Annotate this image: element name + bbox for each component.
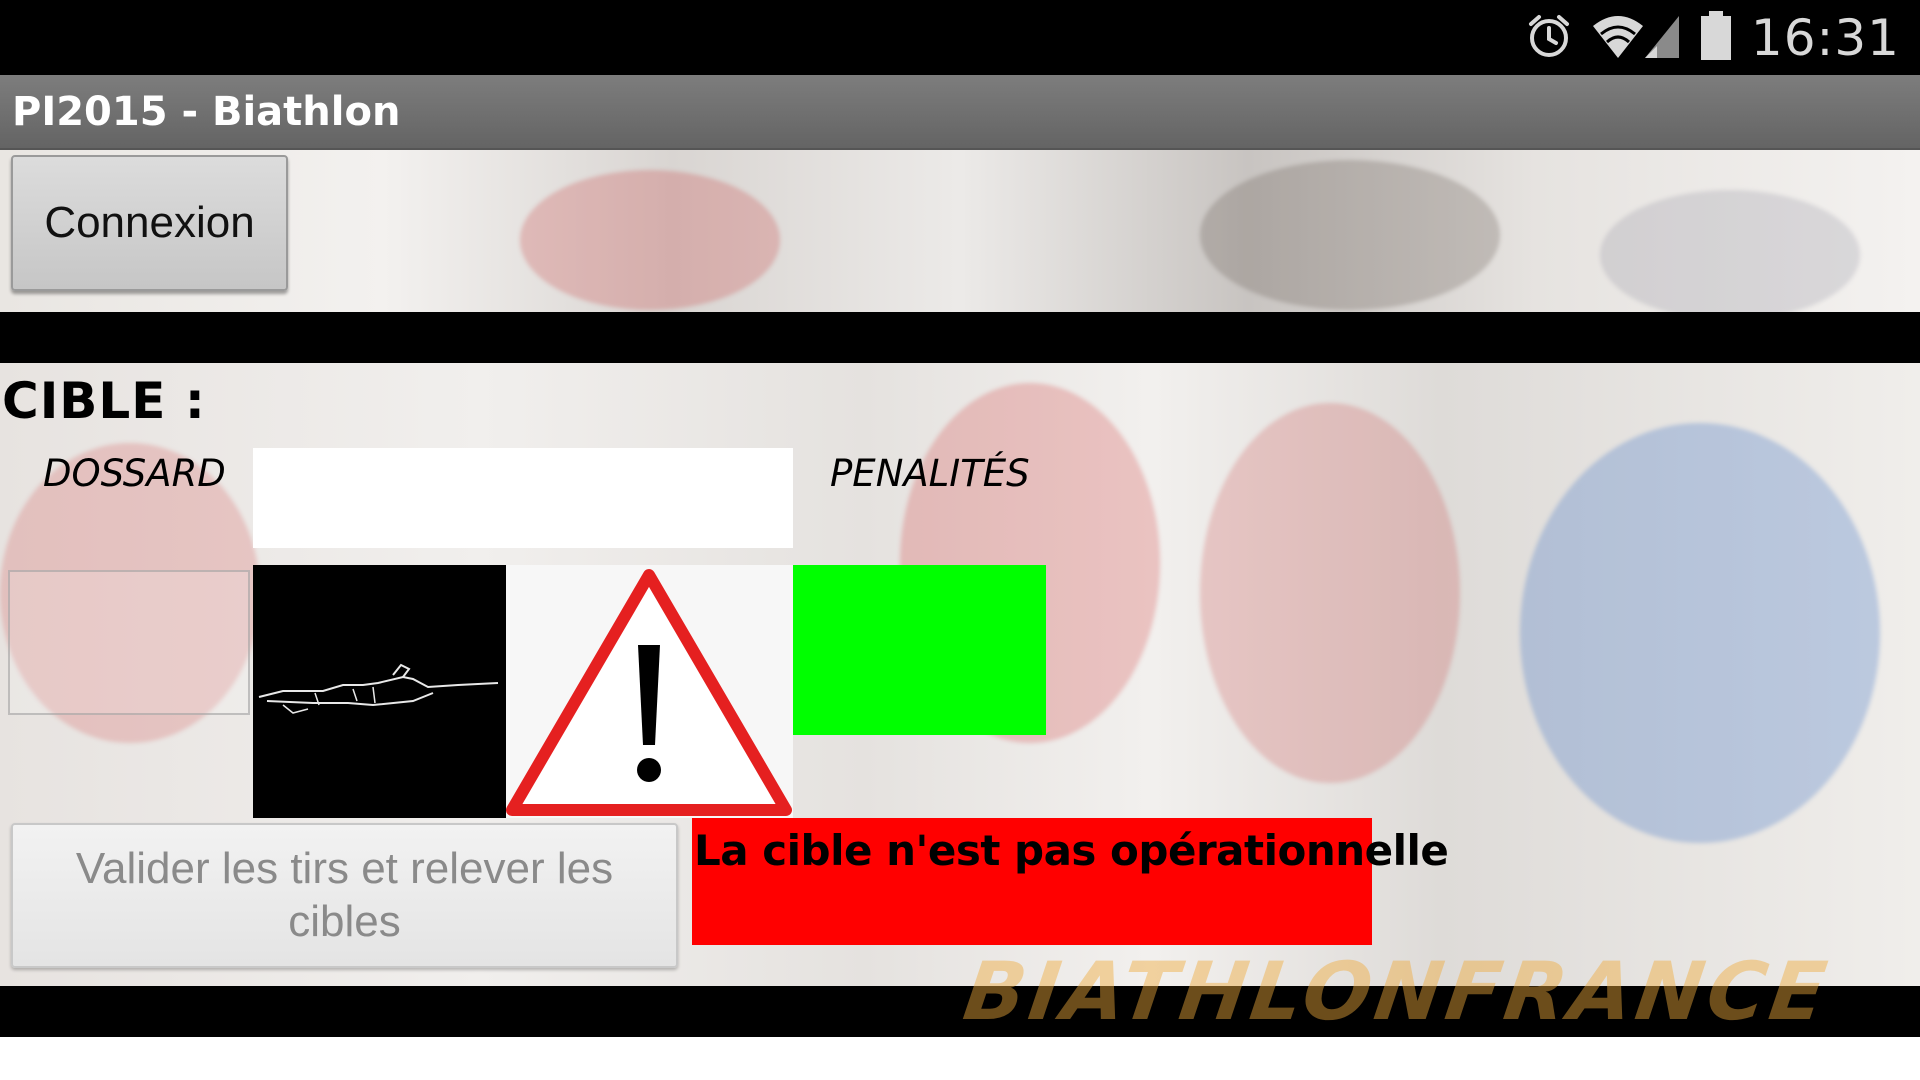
- warning-icon: [506, 565, 793, 818]
- wifi-icon: [1591, 12, 1681, 64]
- dossard-label: DOSSARD: [43, 452, 226, 495]
- validate-shots-button[interactable]: Valider les tirs et relever les cibles: [11, 823, 678, 968]
- app-title: PI2015 - Biathlon: [12, 89, 401, 135]
- action-bar: PI2015 - Biathlon: [0, 75, 1920, 150]
- target-status-banner: La cible n'est pas opérationnelle: [692, 818, 1449, 945]
- battery-icon: [1699, 10, 1733, 65]
- rifle-icon: [253, 565, 506, 818]
- penalites-label: PENALITÉS: [830, 452, 1030, 495]
- header-background-image: [0, 150, 1920, 312]
- target-status-message: La cible n'est pas opérationnelle: [694, 826, 1449, 875]
- penalty-status-indicator: [793, 565, 1046, 735]
- biathlon-france-watermark: BIATHLONFRANCE: [958, 945, 1836, 1038]
- alarm-icon: [1525, 12, 1573, 64]
- divider-bar-top: [0, 312, 1920, 363]
- status-bar: 16:31: [0, 0, 1920, 75]
- cible-label: CIBLE :: [2, 372, 206, 430]
- dossard-input[interactable]: [253, 448, 793, 548]
- target-image-placeholder: [8, 570, 250, 715]
- connexion-button[interactable]: Connexion: [11, 155, 288, 291]
- status-icons: 16:31: [1525, 0, 1900, 75]
- clock-time: 16:31: [1750, 8, 1900, 67]
